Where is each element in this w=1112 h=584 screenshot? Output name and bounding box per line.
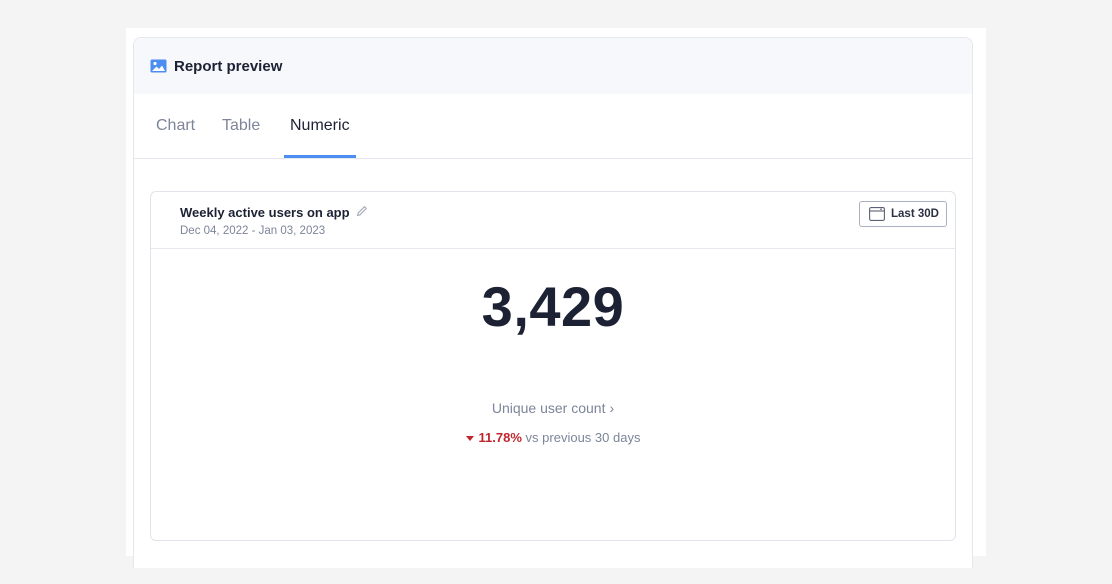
panel-header: Report preview	[134, 38, 972, 94]
calendar-icon	[869, 207, 885, 221]
metric-label-link[interactable]: Unique user count ›	[151, 400, 955, 416]
report-card: Weekly active users on app Dec 04, 2022 …	[150, 191, 956, 541]
tab-numeric[interactable]: Numeric	[284, 94, 356, 158]
chevron-right-icon: ›	[609, 400, 615, 416]
arrow-down-icon	[465, 436, 474, 442]
metric-label: Unique user count	[491, 400, 606, 416]
report-date-range: Dec 04, 2022 - Jan 03, 2023	[180, 225, 326, 237]
report-preview-panel: Report preview Chart Table Numeric Weekl…	[133, 37, 973, 568]
change-comparison: vs previous 30 days	[525, 430, 641, 445]
page-sheet: Report preview Chart Table Numeric Weekl…	[126, 28, 986, 568]
tab-bar: Chart Table Numeric	[134, 94, 972, 159]
pencil-icon[interactable]	[356, 205, 368, 217]
tab-chart[interactable]: Chart	[156, 94, 195, 158]
date-range-label: Last 30D	[891, 208, 939, 220]
metric-value: 3,429	[481, 275, 625, 338]
card-header: Weekly active users on app Dec 04, 2022 …	[151, 192, 955, 249]
report-title: Weekly active users on app	[180, 205, 350, 220]
metric-change: 11.78% vs previous 30 days	[151, 430, 955, 445]
panel-title: Report preview	[174, 57, 283, 75]
image-icon	[150, 59, 167, 73]
tab-table[interactable]: Table	[222, 94, 260, 158]
date-range-button[interactable]: Last 30D	[859, 201, 947, 227]
change-percent: 11.78%	[478, 430, 522, 445]
